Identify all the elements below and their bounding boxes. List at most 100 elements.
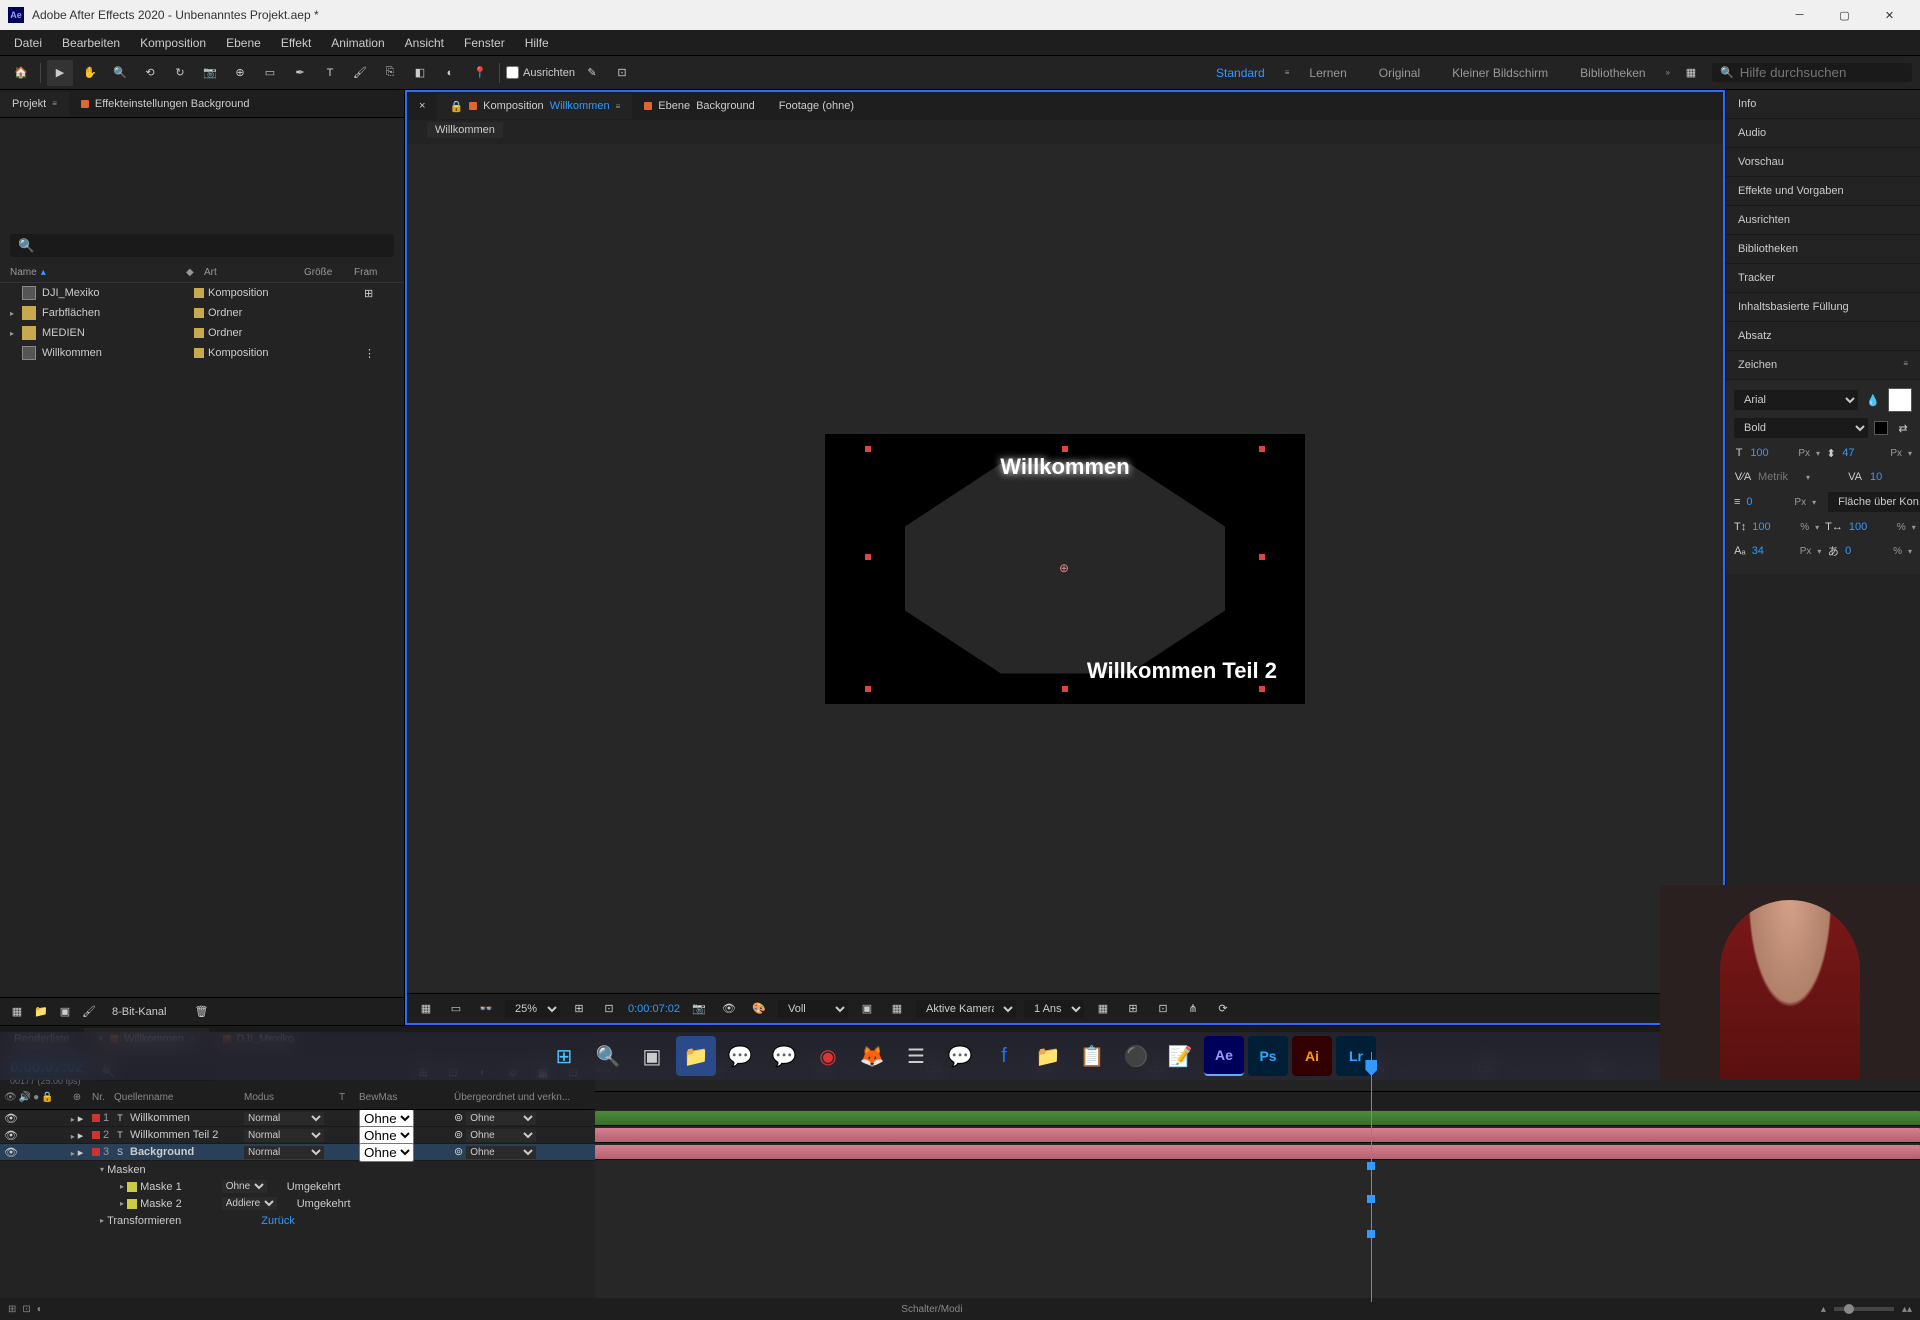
workspace-menu-icon[interactable]: ≡ [1285,68,1290,77]
menu-fenster[interactable]: Fenster [454,32,515,54]
clone-tool[interactable]: ⎘ [377,60,403,86]
zoom-in-icon[interactable]: ▴▴ [1902,1304,1912,1315]
trash-icon[interactable]: 🗑 [192,1003,210,1021]
font-family-select[interactable]: Arial [1734,390,1858,410]
taskbar-notes-icon[interactable]: 📝 [1160,1036,1200,1076]
snapping-checkbox[interactable] [506,66,519,79]
fill-color-swatch[interactable] [1888,388,1912,412]
workspace-toggle-icon[interactable]: ▦ [1678,60,1704,86]
taskbar-firefox-icon[interactable]: 🦊 [852,1036,892,1076]
anchor-point-icon[interactable]: ⊕ [1059,562,1071,574]
transparency-icon[interactable]: ▦ [886,998,908,1020]
taskbar-obs-icon[interactable]: ⚫ [1116,1036,1156,1076]
taskbar-files-icon[interactable]: 📁 [1028,1036,1068,1076]
workspace-standard[interactable]: Standard [1204,64,1277,82]
shy-icon[interactable]: ⊕ [62,1092,92,1109]
hscale-input[interactable] [1849,521,1891,533]
help-search[interactable]: 🔍 [1712,63,1912,82]
taskbar-photoshop-icon[interactable]: Ps [1248,1036,1288,1076]
zoom-select[interactable]: 25% [505,1000,560,1018]
section-vorschau[interactable]: Vorschau [1726,148,1920,177]
orbit-tool[interactable]: ⟲ [137,60,163,86]
taskbar-app-icon[interactable]: ☰ [896,1036,936,1076]
swap-colors-icon[interactable]: ⇄ [1894,419,1912,437]
taskbar-search-icon[interactable]: 🔍 [588,1036,628,1076]
roto-tool[interactable]: ◐ [437,60,463,86]
snap-opt-1[interactable]: ✎ [579,60,605,86]
start-button[interactable]: ⊞ [544,1036,584,1076]
project-item[interactable]: DJI_Mexiko Komposition ⊞ [0,283,404,303]
channel-icon[interactable]: ▭ [445,998,467,1020]
alpha-icon[interactable]: ▦ [415,998,437,1020]
menu-ansicht[interactable]: Ansicht [395,32,454,54]
selection-handle[interactable] [1259,554,1265,560]
vf-icon-4[interactable]: ⋔ [1182,998,1204,1020]
new-folder-icon[interactable]: 📁 [32,1003,50,1021]
switches-modes-label[interactable]: Schalter/Modi [901,1304,962,1315]
section-character[interactable]: Zeichen≡ [1726,351,1920,380]
viewer-close-icon[interactable]: × [407,94,437,118]
section-libraries[interactable]: Bibliotheken [1726,235,1920,264]
timeline-layer-row[interactable]: 👁 ▸ ▸ 1 TWillkommen Normal Ohne ⊚ Ohne [0,1110,595,1127]
taskbar-app-icon[interactable]: 📋 [1072,1036,1112,1076]
project-item[interactable]: ▸ Farbflächen Ordner [0,303,404,323]
vf-icon-2[interactable]: ⊞ [1122,998,1144,1020]
taskbar-taskview-icon[interactable]: ▣ [632,1036,672,1076]
close-button[interactable]: ✕ [1867,0,1912,30]
camera-tool[interactable]: 📷 [197,60,223,86]
breadcrumb[interactable]: Willkommen [427,122,503,138]
taskbar-explorer-icon[interactable]: 📁 [676,1036,716,1076]
menu-komposition[interactable]: Komposition [130,32,216,54]
puppet-tool[interactable]: 📍 [467,60,493,86]
eyedropper-icon[interactable]: 💧 [1864,391,1882,409]
workspace-bibliotheken[interactable]: Bibliotheken [1568,64,1657,82]
tl-foot-icon-2[interactable]: ⊡ [22,1304,30,1315]
zoom-out-icon[interactable]: ▴ [1821,1304,1826,1315]
bit-depth-label[interactable]: 8-Bit-Kanal [112,1006,166,1018]
home-button[interactable]: 🏠 [8,60,34,86]
resolution-select[interactable]: Voll [778,1000,848,1018]
vf-icon-5[interactable]: ⟳ [1212,998,1234,1020]
menu-ebene[interactable]: Ebene [216,32,271,54]
selection-handle[interactable] [865,446,871,452]
mask-icon[interactable]: 👓 [475,998,497,1020]
taskbar-aftereffects-icon[interactable]: Ae [1204,1036,1244,1076]
layer-bar[interactable] [595,1145,1920,1160]
snap-opt-2[interactable]: ⊡ [609,60,635,86]
menu-datei[interactable]: Datei [4,32,52,54]
rotate-tool[interactable]: ↻ [167,60,193,86]
color-mgmt-icon[interactable]: 🎨 [748,998,770,1020]
selection-handle[interactable] [1259,686,1265,692]
stroke-type-select[interactable]: Fläche über Kon... [1828,492,1920,512]
project-item[interactable]: Willkommen Komposition ⋮ [0,343,404,363]
timeline-layer-row[interactable]: 👁 ▸ ▸ 2 TWillkommen Teil 2 Normal Ohne ⊚… [0,1127,595,1144]
section-align[interactable]: Ausrichten [1726,206,1920,235]
workspace-overflow-icon[interactable]: » [1666,68,1670,77]
vscale-input[interactable] [1752,521,1794,533]
selection-handle[interactable] [865,686,871,692]
tab-footage[interactable]: Footage (ohne) [767,94,866,118]
menu-bearbeiten[interactable]: Bearbeiten [52,32,130,54]
tsume-input[interactable] [1845,545,1887,557]
project-item[interactable]: ▸ MEDIEN Ordner [0,323,404,343]
workspace-lernen[interactable]: Lernen [1297,64,1358,82]
sub-transform[interactable]: ▸ TransformierenZurück [0,1212,595,1229]
anchor-tool[interactable]: ⊕ [227,60,253,86]
leading-input[interactable] [1842,447,1884,459]
taskbar-facebook-icon[interactable]: f [984,1036,1024,1076]
vf-icon-3[interactable]: ⊡ [1152,998,1174,1020]
composition-preview[interactable]: Willkommen Willkommen Teil 2 ⊕ [825,434,1305,704]
tab-effect-controls[interactable]: Effekteinstellungen Background [69,92,262,116]
taskbar-messenger-icon[interactable]: 💬 [940,1036,980,1076]
workspace-kleiner[interactable]: Kleiner Bildschirm [1440,64,1560,82]
vf-icon-1[interactable]: ▦ [1092,998,1114,1020]
menu-effekt[interactable]: Effekt [271,32,321,54]
help-search-input[interactable] [1740,65,1890,80]
selection-tool[interactable]: ▶ [47,60,73,86]
taskbar-whatsapp-icon[interactable]: 💬 [764,1036,804,1076]
text-tool[interactable]: T [317,60,343,86]
layer-bar[interactable] [595,1128,1920,1143]
tab-composition[interactable]: 🔒 Komposition Willkommen ≡ [437,94,632,119]
views-select[interactable]: 1 Ansi... [1024,1000,1084,1018]
adjust-icon[interactable]: 🖌 [80,1003,98,1021]
